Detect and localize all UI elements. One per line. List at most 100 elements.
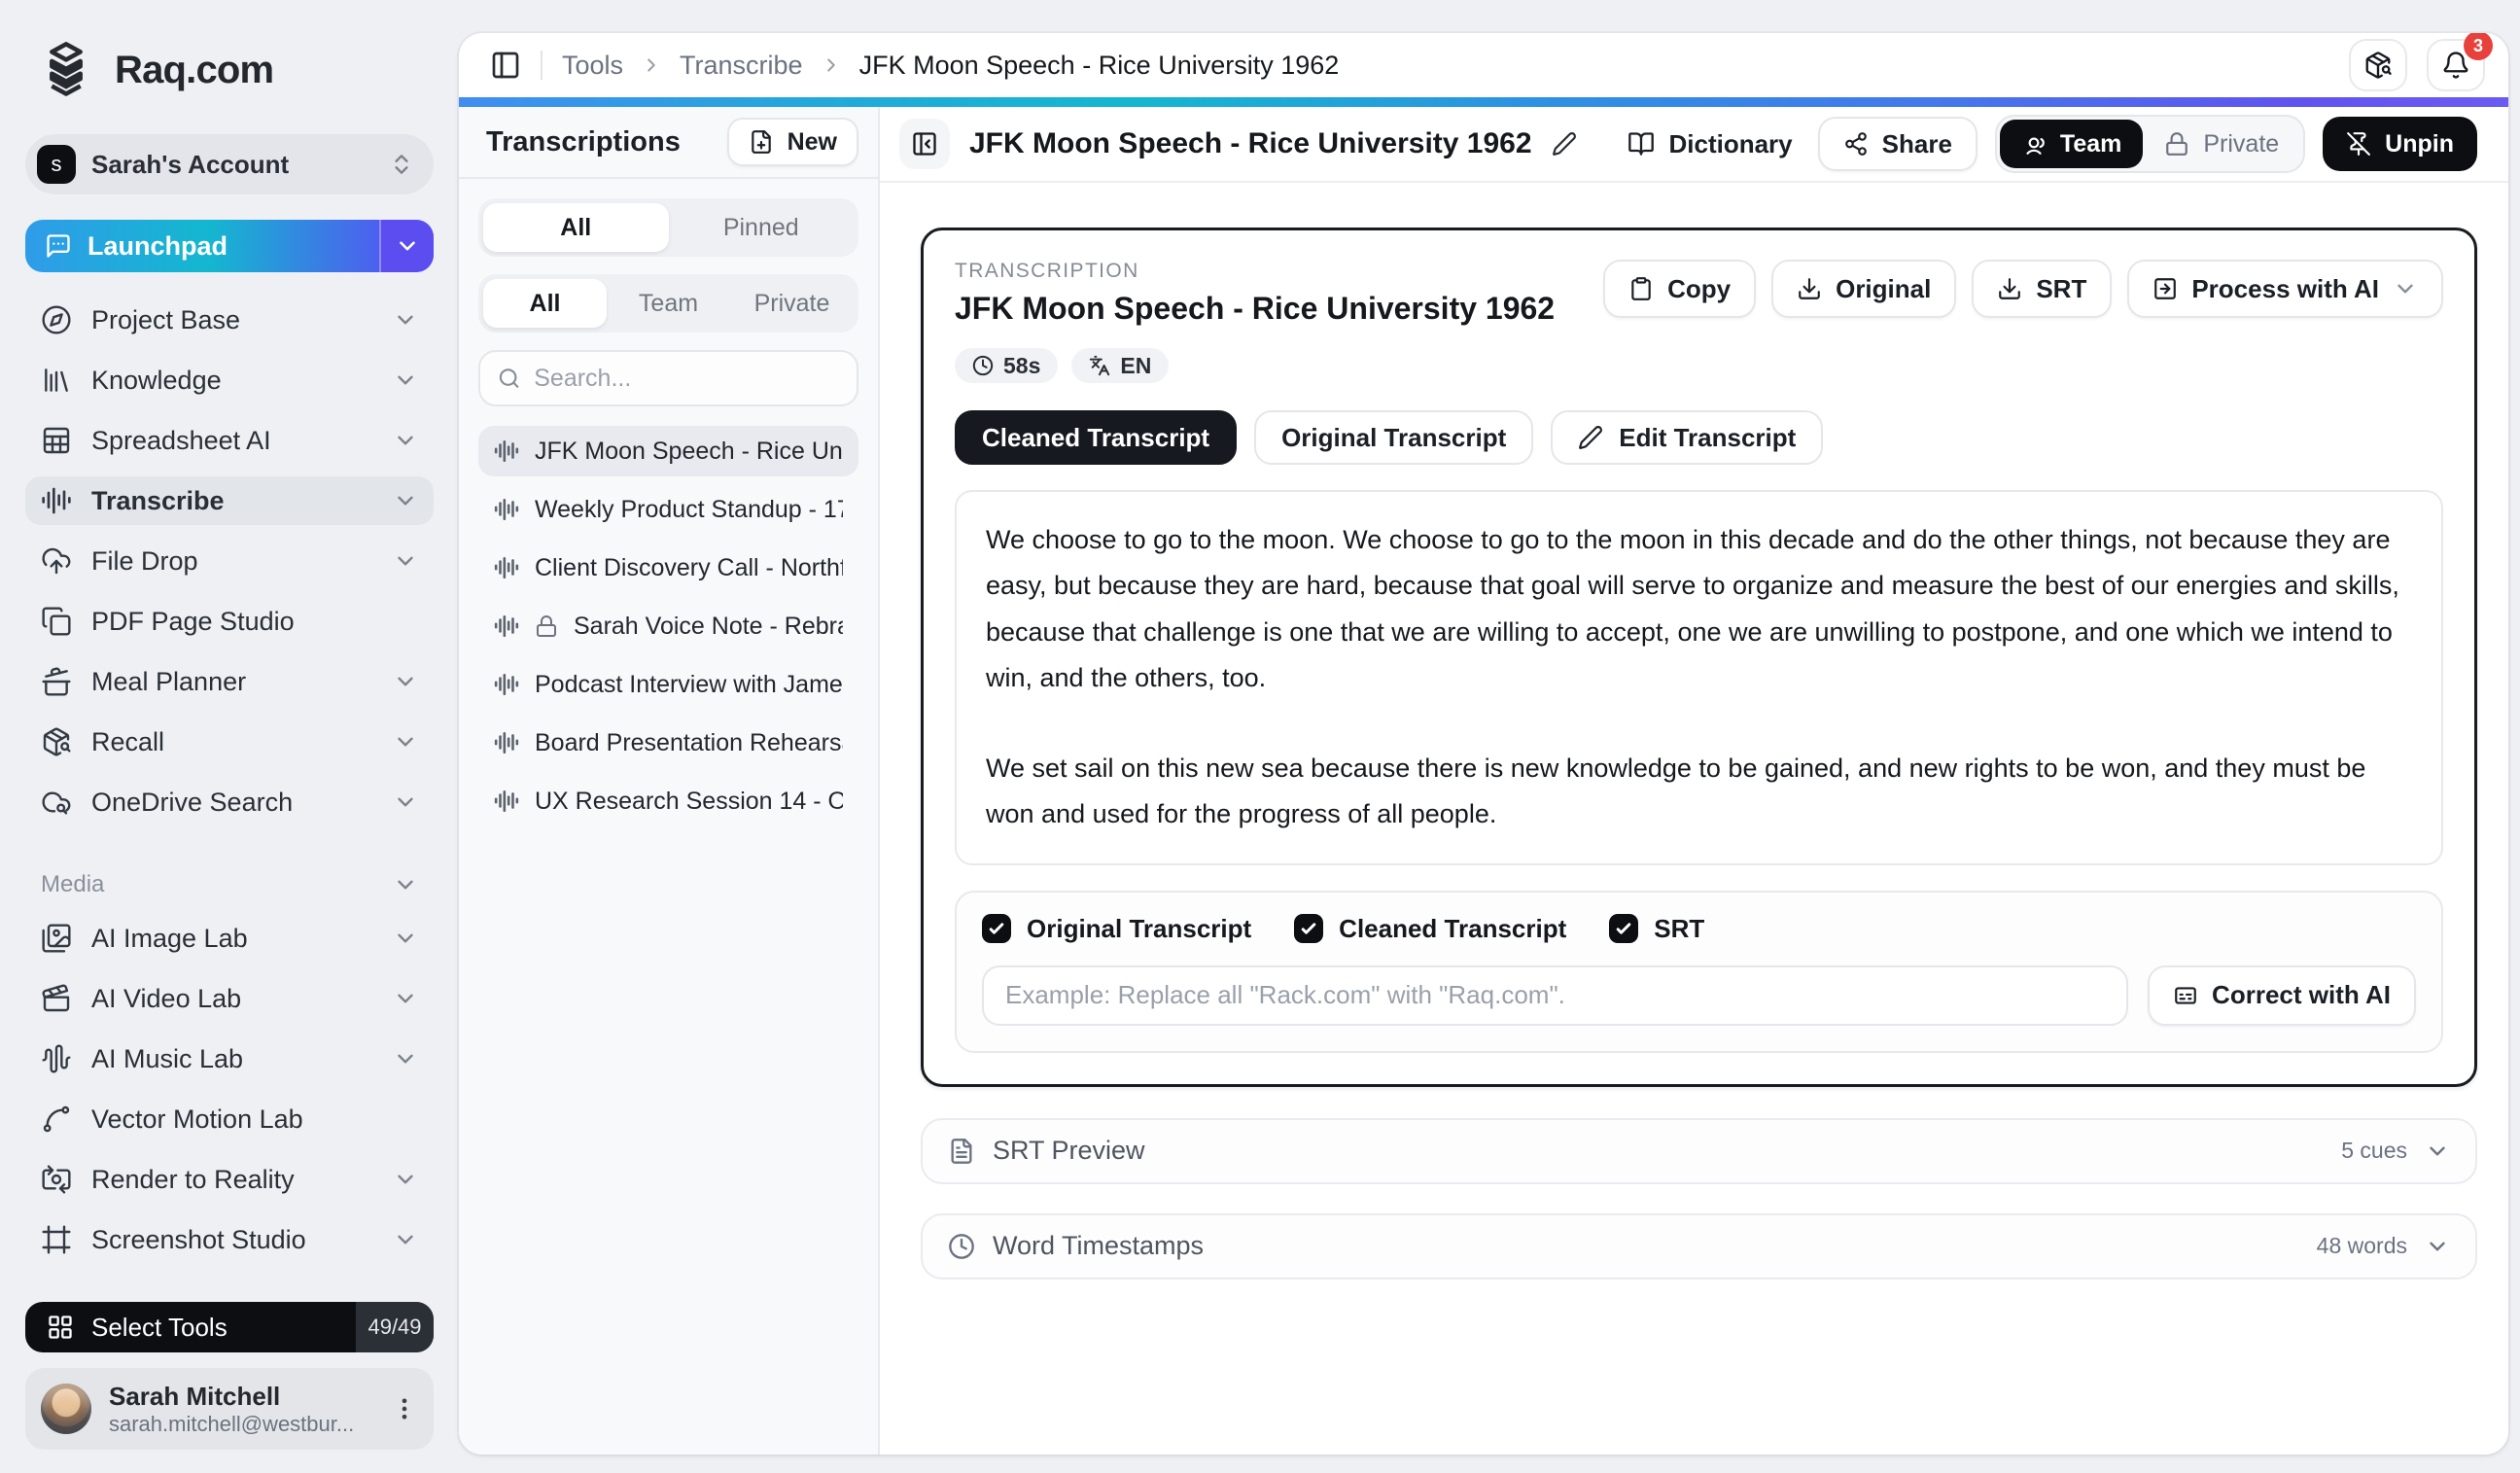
audio-waveform-icon [42,487,71,514]
sidebar-item-pdf-page-studio[interactable]: PDF Page Studio [25,597,434,646]
tab-scope-all[interactable]: All [483,279,607,328]
unpin-button[interactable]: Unpin [2323,117,2477,171]
search-field [478,350,858,406]
media-section-header[interactable]: Media [25,871,434,898]
select-tools-button[interactable]: Select Tools 49/49 [25,1302,434,1352]
content-area: JFK Moon Speech - Rice University 1962 D… [880,107,2508,1455]
breadcrumb: Tools Transcribe JFK Moon Speech - Rice … [562,51,1339,81]
sidebar-item-ai-music-lab[interactable]: AI Music Lab [25,1035,434,1083]
copy-button[interactable]: Copy [1603,260,1757,318]
account-switcher[interactable]: s Sarah's Account [25,134,434,194]
download-original-button[interactable]: Original [1771,260,1957,318]
collapse-panel-button[interactable] [899,119,950,169]
divider [541,51,542,80]
checkbox-srt[interactable]: SRT [1609,914,1704,944]
sidebar-item-knowledge[interactable]: Knowledge [25,356,434,404]
transcription-list-item[interactable]: Board Presentation Rehearsal [478,718,858,768]
chevron-down-icon [398,880,413,890]
languages-icon [1090,355,1110,376]
launchpad-expand[interactable] [379,220,434,272]
checkbox-original-transcript[interactable]: Original Transcript [982,914,1251,944]
transcription-list-item[interactable]: Sarah Voice Note - Rebrand T... [478,601,858,651]
sidebar-item-ai-video-lab[interactable]: AI Video Lab [25,974,434,1023]
topbar: Tools Transcribe JFK Moon Speech - Rice … [459,33,2508,97]
sidebar-item-spreadsheet-ai[interactable]: Spreadsheet AI [25,416,434,465]
correction-options: Original Transcript Cleaned Transcript S… [955,890,2443,1053]
visibility-team-option[interactable]: Team [1999,120,2144,168]
stacked-layers-logo-icon [50,42,83,96]
download-icon [1999,278,2021,299]
share-icon [1844,132,1867,156]
frame-icon [42,1225,71,1254]
sidebar-item-vector-motion-lab[interactable]: Vector Motion Lab [25,1095,434,1143]
tools-count-badge: 49/49 [356,1302,434,1352]
breadcrumb-tools[interactable]: Tools [562,51,623,81]
srt-preview-label: SRT Preview [993,1136,1145,1165]
images-icon [42,924,71,953]
tab-all[interactable]: All [483,203,669,252]
chevron-down-icon [398,496,413,506]
chevron-down-icon [2430,1242,2445,1250]
user-card[interactable]: Sarah Mitchell sarah.mitchell@westbur... [25,1368,434,1450]
chevron-down-icon [398,1175,413,1184]
user-email: sarah.mitchell@westbur... [109,1412,355,1437]
dictionary-button[interactable]: Dictionary [1620,129,1800,159]
search-input[interactable] [534,364,839,393]
spline-icon [43,1105,70,1133]
card-eyebrow: TRANSCRIPTION [955,260,1139,282]
sidebar-item-transcribe[interactable]: Transcribe [25,476,434,525]
correct-with-ai-button[interactable]: Correct with AI [2148,964,2416,1026]
launchpad-button[interactable]: Launchpad [25,220,434,272]
sidebar-item-render-to-reality[interactable]: Render to Reality [25,1155,434,1204]
chevron-right-icon [826,58,835,72]
sidebar-item-screenshot-studio[interactable]: Screenshot Studio [25,1215,434,1264]
sidebar-item-project-base[interactable]: Project Base [25,296,434,344]
sidebar-item-meal-planner[interactable]: Meal Planner [25,657,434,706]
notifications-button[interactable]: 3 [2427,33,2493,91]
scope-tabs: All Team Private [478,274,858,333]
transcription-list-item[interactable]: Podcast Interview with James Th... [478,659,858,710]
sidebar-bottom: Select Tools 49/49 Sarah Mitchell sarah.… [25,1302,434,1450]
process-with-ai-button[interactable]: Process with AI [2127,260,2443,318]
pencil-icon [1579,426,1603,449]
panel-left-toggle-icon[interactable] [490,50,521,81]
share-button[interactable]: Share [1817,117,1978,171]
audio-waveform-icon [494,673,519,696]
tab-scope-team[interactable]: Team [607,279,730,328]
sidebar-item-ai-image-lab[interactable]: AI Image Lab [25,914,434,963]
tab-scope-private[interactable]: Private [730,279,854,328]
new-transcription-button[interactable]: New [726,118,858,166]
word-timestamps-accordion[interactable]: Word Timestamps 48 words [921,1212,2477,1280]
srt-cue-count: 5 cues [2341,1138,2407,1163]
package-search-button[interactable] [2349,39,2407,91]
users-icon [2026,137,2045,155]
srt-preview-accordion[interactable]: SRT Preview 5 cues [921,1117,2477,1184]
download-icon [1799,278,1820,299]
transcription-list-item[interactable]: UX Research Session 14 - Onboar... [478,776,858,826]
more-vertical-icon[interactable] [391,1395,418,1422]
breadcrumb-transcribe[interactable]: Transcribe [680,51,803,81]
media-section-label: Media [41,871,105,897]
tab-original-transcript[interactable]: Original Transcript [1254,410,1534,465]
brand-logo: Raq.com [25,35,434,105]
tab-edit-transcript[interactable]: Edit Transcript [1551,410,1824,465]
transcription-card: TRANSCRIPTION JFK Moon Speech - Rice Uni… [921,228,2477,1087]
checkbox-cleaned-transcript[interactable]: Cleaned Transcript [1294,914,1566,944]
sidebar-item-recall[interactable]: Recall [25,718,434,766]
content-scroll: TRANSCRIPTION JFK Moon Speech - Rice Uni… [880,183,2508,1455]
account-name: Sarah's Account [91,149,290,179]
chevrons-up-down-icon [395,155,408,174]
tab-pinned[interactable]: Pinned [669,203,855,252]
chevron-down-icon [400,241,415,251]
visibility-private-option[interactable]: Private [2143,120,2300,168]
transcription-list-item[interactable]: Client Discovery Call - Northfield ... [478,543,858,593]
transcription-list-item[interactable]: Weekly Product Standup - 17 Feb [478,484,858,535]
transcription-list-item[interactable]: JFK Moon Speech - Rice Universi... [478,426,858,476]
sidebar-item-file-drop[interactable]: File Drop [25,537,434,585]
download-srt-button[interactable]: SRT [1972,260,2113,318]
edit-title-icon[interactable] [1552,131,1577,157]
chevron-down-icon [2398,284,2413,294]
tab-cleaned-transcript[interactable]: Cleaned Transcript [955,410,1238,465]
sidebar-item-onedrive-search[interactable]: OneDrive Search [25,778,434,826]
correction-instruction-input[interactable] [982,964,2129,1026]
